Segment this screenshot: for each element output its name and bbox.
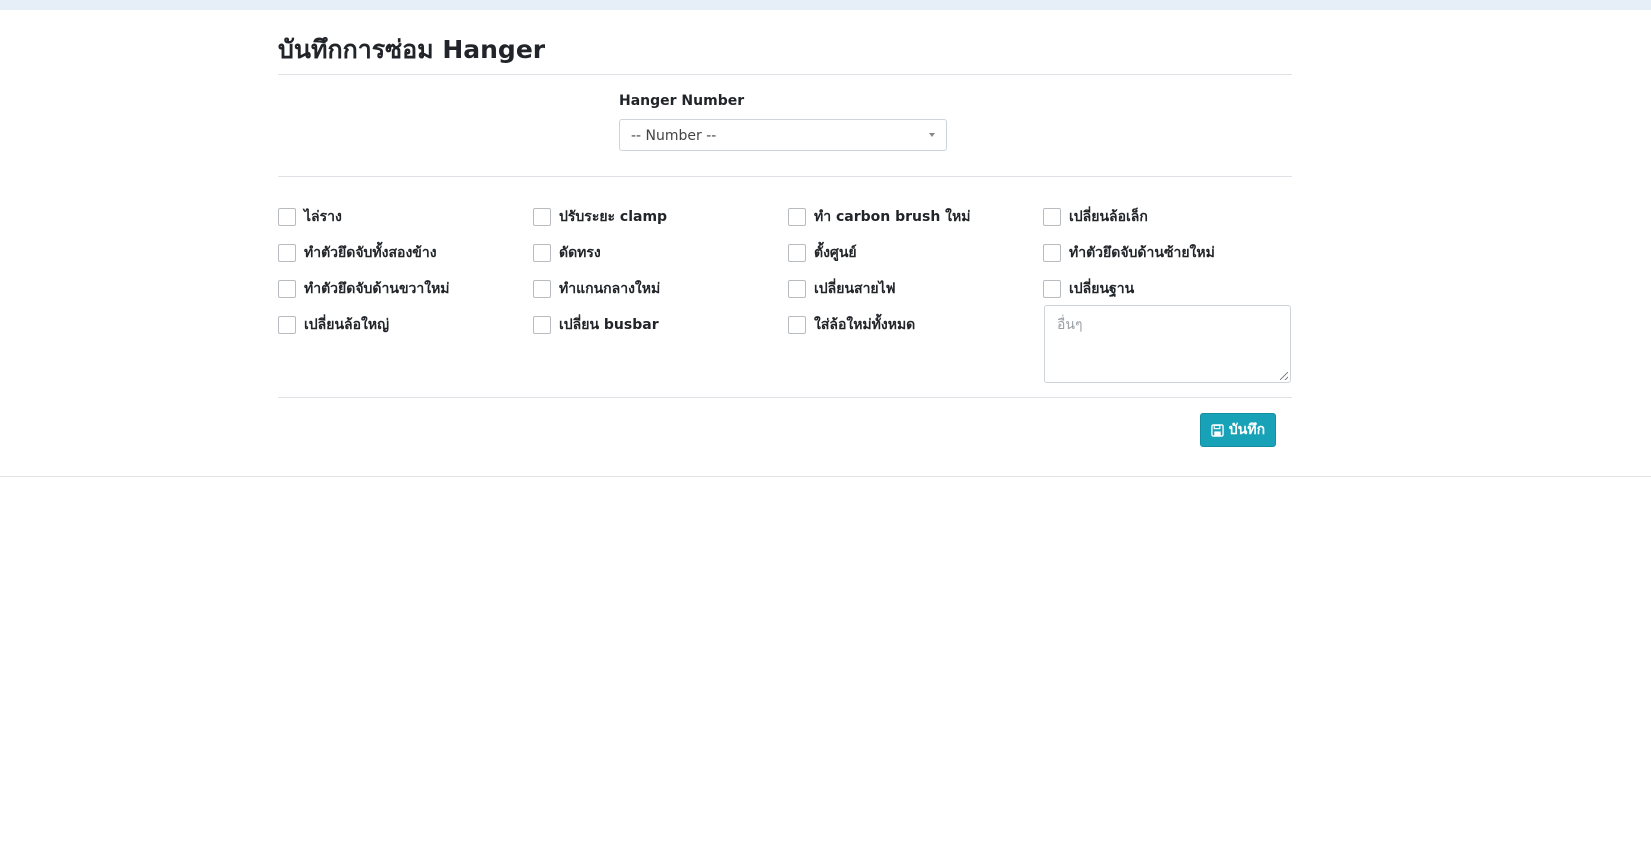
save-button[interactable]: บันทึก [1200,413,1276,447]
checkbox-label: ปรับระยะ clamp [559,209,668,225]
checkbox-label: ทำแกนกลางใหม่ [559,281,661,297]
other-textarea-placeholder: อื่นๆ [1057,317,1083,333]
checkbox-label: ทำตัวยึดจับด้านซ้ายใหม่ [1069,245,1215,261]
floppy-disk-icon [1211,423,1224,437]
checkbox[interactable] [1043,244,1061,262]
actions-divider [278,397,1292,398]
checkbox-item-wiring[interactable]: เปลี่ยนสายไฟ [788,279,896,299]
checkbox-label: ใส่ล้อใหม่ทั้งหมด [814,317,916,333]
checkbox[interactable] [533,316,551,334]
checkbox-item-small-wheel[interactable]: เปลี่ยนล้อเล็ก [1043,207,1148,227]
checkbox-item-right-holder[interactable]: ทำตัวยึดจับด้านขวาใหม่ [278,279,450,299]
page-title: บันทึกการซ่อม Hanger [278,35,546,64]
checkbox-item-left-holder[interactable]: ทำตัวยึดจับด้านซ้ายใหม่ [1043,243,1215,263]
checkbox-item-rail[interactable]: ไล่ราง [278,207,342,227]
top-bar [0,0,1651,10]
checkbox-label: เปลี่ยนสายไฟ [814,281,896,297]
checkbox[interactable] [533,280,551,298]
checkbox-label: ดัดทรง [559,245,601,261]
checkbox-item-reshape[interactable]: ดัดทรง [533,243,601,263]
checkbox[interactable] [278,244,296,262]
title-divider [278,74,1292,75]
other-textarea[interactable]: อื่นๆ [1044,305,1291,383]
checkbox-item-carbon-brush[interactable]: ทำ carbon brush ใหม่ [788,207,970,227]
checkbox-item-large-wheel[interactable]: เปลี่ยนล้อใหญ่ [278,315,389,335]
checkbox-label: ตั้งศูนย์ [814,245,857,261]
checkbox-label: เปลี่ยนล้อเล็ก [1069,209,1148,225]
checkbox-label: ทำตัวยึดจับทั้งสองข้าง [304,245,437,261]
hanger-number-select[interactable]: -- Number -- [619,119,947,151]
checkbox[interactable] [788,280,806,298]
checkbox[interactable] [278,316,296,334]
checkbox-item-base[interactable]: เปลี่ยนฐาน [1043,279,1134,299]
checkbox[interactable] [278,208,296,226]
hanger-number-select-value: -- Number -- [631,128,717,144]
checkbox-label: ทำตัวยึดจับด้านขวาใหม่ [304,281,450,297]
resize-grip-icon[interactable] [1280,372,1288,380]
checkbox[interactable] [533,244,551,262]
caret-down-icon [929,133,935,137]
checkbox-label: เปลี่ยนล้อใหญ่ [304,317,390,333]
checkbox-label: เปลี่ยน busbar [559,317,659,333]
checkbox[interactable] [788,316,806,334]
checkbox-label: ทำ carbon brush ใหม่ [814,209,971,225]
checkbox-label: ไล่ราง [304,209,342,225]
checkbox[interactable] [278,280,296,298]
checkbox-label: เปลี่ยนฐาน [1069,281,1135,297]
checkbox-item-center-align[interactable]: ตั้งศูนย์ [788,243,857,263]
checkbox[interactable] [788,244,806,262]
checkbox[interactable] [1043,208,1061,226]
form-panel: บันทึกการซ่อม Hanger Hanger Number -- Nu… [0,10,1651,477]
checkbox-item-busbar[interactable]: เปลี่ยน busbar [533,315,659,335]
select-divider [278,176,1292,177]
checkbox-item-all-new-wheels[interactable]: ใส่ล้อใหม่ทั้งหมด [788,315,915,335]
checkbox-item-adjust-clamp[interactable]: ปรับระยะ clamp [533,207,667,227]
checkbox-item-center-shaft[interactable]: ทำแกนกลางใหม่ [533,279,660,299]
checkbox[interactable] [788,208,806,226]
hanger-number-label: Hanger Number [619,93,745,109]
checkbox[interactable] [533,208,551,226]
checkbox[interactable] [1043,280,1061,298]
save-button-label: บันทึก [1228,422,1266,438]
checkbox-item-both-holders[interactable]: ทำตัวยึดจับทั้งสองข้าง [278,243,437,263]
